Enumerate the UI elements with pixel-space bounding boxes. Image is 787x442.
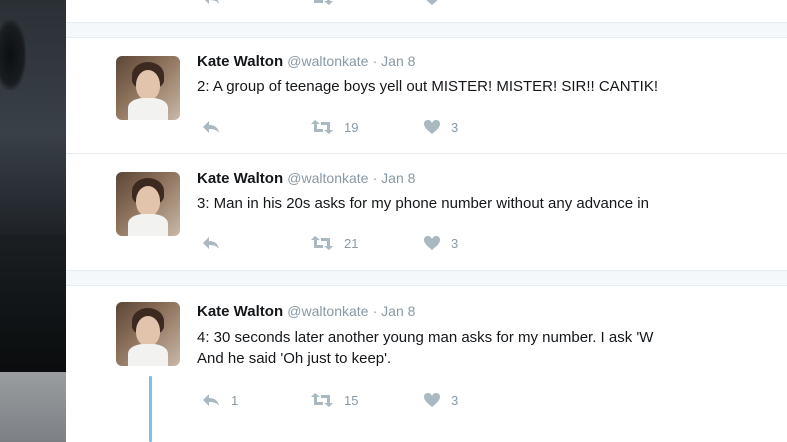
retweet-icon bbox=[314, 0, 333, 5]
avatar[interactable] bbox=[116, 302, 180, 366]
tweet-date[interactable]: · Jan 8 bbox=[373, 170, 416, 186]
reply-icon bbox=[203, 394, 219, 406]
heart-icon bbox=[424, 120, 440, 134]
reply-icon bbox=[203, 121, 219, 133]
retweet-button[interactable]: 15 bbox=[310, 390, 358, 410]
author-handle[interactable]: @waltonkate bbox=[287, 53, 368, 69]
retweet-icon bbox=[311, 236, 333, 250]
heart-icon bbox=[426, 0, 438, 5]
heart-icon bbox=[424, 393, 440, 407]
retweet-button[interactable] bbox=[310, 0, 334, 8]
author-name[interactable]: Kate Walton bbox=[197, 53, 283, 70]
conversation-gap bbox=[66, 270, 787, 286]
tweet-text: 2: A group of teenage boys yell out MIST… bbox=[197, 78, 659, 95]
reply-button[interactable] bbox=[201, 0, 221, 8]
conversation-gap bbox=[66, 22, 787, 38]
avatar[interactable] bbox=[116, 172, 180, 236]
reply-button[interactable]: 1 bbox=[201, 390, 238, 410]
tweet[interactable]: Kate Walton @waltonkate · Jan 8 2: A gro… bbox=[66, 37, 787, 153]
retweet-icon bbox=[311, 120, 333, 134]
tweet-header: Kate Walton @waltonkate · Jan 8 bbox=[197, 303, 415, 320]
tree-silhouette bbox=[0, 20, 26, 90]
like-button[interactable]: 3 bbox=[423, 117, 458, 137]
tweet-date[interactable]: · Jan 8 bbox=[373, 53, 416, 69]
retweet-count: 19 bbox=[344, 119, 359, 135]
like-count: 3 bbox=[451, 392, 459, 408]
author-handle[interactable]: @waltonkate bbox=[287, 303, 368, 319]
tweet[interactable]: Kate Walton @waltonkate · Jan 8 3: Man i… bbox=[66, 154, 787, 269]
author-name[interactable]: Kate Walton bbox=[197, 303, 283, 320]
reply-icon bbox=[203, 237, 219, 249]
tweet-header: Kate Walton @waltonkate · Jan 8 bbox=[197, 170, 415, 187]
tweet-header: Kate Walton @waltonkate · Jan 8 bbox=[197, 53, 415, 70]
background-photo bbox=[0, 0, 66, 442]
reply-button[interactable] bbox=[201, 117, 221, 137]
tweet-text-line-2: And he said 'Oh just to keep'. bbox=[197, 350, 392, 367]
reply-button[interactable] bbox=[201, 233, 221, 253]
thread-connector-line bbox=[149, 376, 152, 442]
author-name[interactable]: Kate Walton bbox=[197, 170, 283, 187]
avatar[interactable] bbox=[116, 56, 180, 120]
like-button[interactable] bbox=[423, 0, 441, 8]
reply-icon bbox=[205, 0, 219, 4]
hill-silhouette bbox=[0, 235, 66, 375]
retweet-button[interactable]: 21 bbox=[310, 233, 358, 253]
heart-icon bbox=[424, 236, 440, 250]
retweet-button[interactable]: 19 bbox=[310, 117, 358, 137]
retweet-count: 15 bbox=[344, 392, 359, 408]
tweet-text: 3: Man in his 20s asks for my phone numb… bbox=[197, 195, 649, 212]
retweet-count: 21 bbox=[344, 235, 359, 251]
tweet[interactable]: Kate Walton @waltonkate · Jan 8 4: 30 se… bbox=[66, 286, 787, 442]
timeline: Kate Walton @waltonkate · Jan 8 2: A gro… bbox=[66, 0, 787, 442]
like-button[interactable]: 3 bbox=[423, 390, 458, 410]
retweet-icon bbox=[311, 393, 333, 407]
reply-count: 1 bbox=[231, 392, 239, 408]
like-count: 3 bbox=[451, 235, 459, 251]
tweet-date[interactable]: · Jan 8 bbox=[373, 303, 416, 319]
ground bbox=[0, 372, 66, 442]
author-handle[interactable]: @waltonkate bbox=[287, 170, 368, 186]
like-count: 3 bbox=[451, 119, 459, 135]
like-button[interactable]: 3 bbox=[423, 233, 458, 253]
tweet-text: 4: 30 seconds later another young man as… bbox=[197, 329, 654, 346]
